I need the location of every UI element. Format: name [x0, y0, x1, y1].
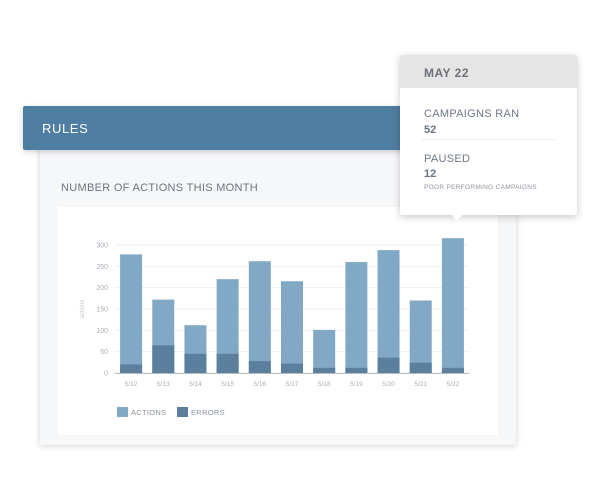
bar-actions — [313, 329, 336, 373]
x-tick-label: 5/12 — [125, 381, 138, 388]
legend-swatch-errors — [177, 407, 188, 417]
paused-note: POOR PERFORMING CAMPAIGNS — [424, 184, 537, 191]
bar-actions — [377, 250, 400, 373]
x-tick-label: 5/19 — [350, 381, 363, 388]
x-tick-label: 5/13 — [157, 381, 170, 388]
bar-actions — [345, 262, 368, 373]
y-tick-label: 250 — [96, 264, 108, 271]
x-tick-label: 5/17 — [286, 381, 299, 388]
x-tick-label: 5/15 — [221, 381, 234, 388]
x-tick-label: 5/20 — [382, 381, 395, 388]
bar-actions — [441, 238, 464, 373]
x-tick-label: 5/18 — [318, 381, 331, 388]
y-tick-label: 50 — [100, 349, 108, 356]
bar-errors — [216, 353, 239, 373]
bar-errors — [281, 363, 303, 373]
y-tick-label: 150 — [96, 307, 108, 314]
date-tooltip: MAY 22 CAMPAIGNS RAN 52 PAUSED 12 POOR P… — [400, 55, 577, 215]
bar-errors — [377, 357, 400, 373]
paused-label: PAUSED — [424, 153, 471, 165]
tooltip-divider — [422, 139, 555, 140]
x-tick-label: 5/14 — [189, 381, 202, 388]
y-tick-label: 100 — [96, 328, 108, 335]
legend-swatch-actions — [117, 407, 128, 417]
legend-label-actions: ACTIONS — [131, 408, 167, 417]
bar-errors — [313, 367, 336, 373]
legend-label-errors: ERRORS — [191, 408, 225, 417]
bar-errors — [409, 362, 432, 373]
bar-errors — [120, 364, 143, 373]
chart-section-title: NUMBER OF ACTIONS THIS MONTH — [61, 182, 259, 194]
bar-actions — [409, 300, 432, 373]
rules-title: RULES — [42, 121, 89, 136]
campaigns-ran-label: CAMPAIGNS RAN — [424, 108, 520, 120]
y-tick-label: 200 — [96, 285, 108, 292]
x-tick-label: 5/16 — [253, 381, 266, 388]
y-tick-label: 300 — [96, 243, 108, 250]
actions-bar-chart: 0 50 100 150 200 250 300 actions 5/12 5/13 5/14 5/1… — [80, 238, 469, 388]
rules-header-bar[interactable]: RULES — [23, 106, 443, 150]
x-tick-label: 5/22 — [447, 381, 460, 388]
bar-errors — [152, 345, 175, 373]
tooltip-pointer — [450, 213, 464, 221]
bar-errors — [184, 353, 207, 373]
bar-actions — [248, 261, 271, 373]
bar-actions — [281, 281, 303, 373]
chart-panel: 0 50 100 150 200 250 300 actions 5/12 5/13 5/14 5/1… — [58, 207, 498, 435]
y-tick-label: 0 — [104, 371, 108, 378]
bar-errors — [441, 367, 464, 373]
y-axis-label: actions — [80, 299, 86, 318]
campaigns-ran-value: 52 — [424, 124, 437, 136]
x-tick-label: 5/21 — [414, 381, 427, 388]
paused-value: 12 — [424, 168, 437, 180]
bar-actions — [120, 254, 143, 373]
tooltip-header: MAY 22 — [400, 55, 577, 88]
bar-errors — [345, 367, 368, 373]
bar-errors — [248, 361, 271, 373]
tooltip-date: MAY 22 — [424, 66, 470, 80]
